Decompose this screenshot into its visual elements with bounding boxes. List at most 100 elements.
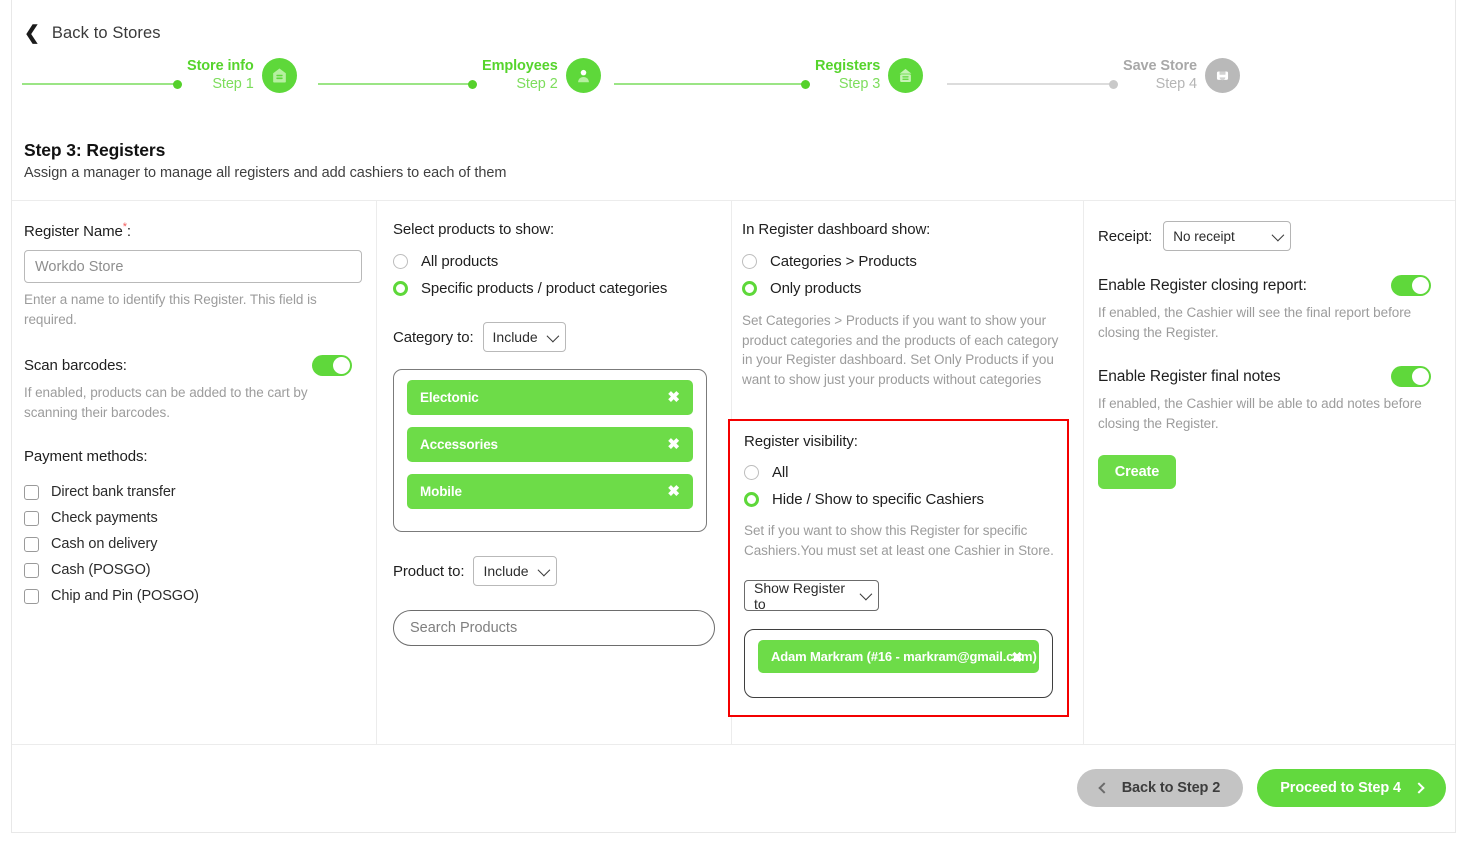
radio-label: Specific products / product categories bbox=[421, 280, 668, 297]
category-tag[interactable]: Mobile ✖ bbox=[407, 474, 693, 509]
select-products-label: Select products to show: bbox=[393, 221, 555, 238]
stepper-item-employees[interactable]: Employees Step 2 bbox=[482, 58, 601, 93]
back-to-step-2-label: Back to Step 2 bbox=[1121, 780, 1221, 796]
close-icon[interactable]: ✖ bbox=[667, 390, 680, 405]
radio-visibility-specific-cashiers[interactable]: Hide / Show to specific Cashiers bbox=[744, 486, 1053, 513]
radio-label: Categories > Products bbox=[770, 253, 917, 270]
close-icon[interactable]: ✖ bbox=[1011, 650, 1023, 664]
payment-method-option[interactable]: Check payments bbox=[24, 505, 352, 531]
show-register-to-value: Show Register to bbox=[754, 579, 846, 612]
payment-method-option[interactable]: Chip and Pin (POSGO) bbox=[24, 583, 352, 609]
payment-method-option[interactable]: Cash (POSGO) bbox=[24, 557, 352, 583]
register-visibility-helper: Set if you want to show this Register fo… bbox=[744, 523, 1054, 558]
stepper-item-step: Step 4 bbox=[1155, 75, 1197, 92]
search-products-input[interactable] bbox=[393, 610, 715, 646]
proceed-to-step-4-button[interactable]: Proceed to Step 4 bbox=[1257, 769, 1446, 807]
category-to-select[interactable]: Include bbox=[482, 322, 566, 352]
stepper-item-store-info[interactable]: Store info Step 1 bbox=[187, 58, 297, 93]
checkbox-icon[interactable] bbox=[24, 562, 39, 578]
column-product-selection: Select products to show: All products Sp… bbox=[376, 201, 731, 744]
show-register-to-select[interactable]: Show Register to bbox=[744, 579, 879, 612]
product-to-value: Include bbox=[483, 563, 529, 579]
product-to-select[interactable]: Include bbox=[473, 556, 557, 586]
chevron-left-icon bbox=[1098, 782, 1110, 794]
chevron-right-icon bbox=[1413, 782, 1425, 794]
radio-icon[interactable] bbox=[393, 254, 408, 269]
radio-icon[interactable] bbox=[744, 465, 759, 480]
step-dot-3 bbox=[801, 79, 810, 89]
stepper-item-step: Step 1 bbox=[212, 75, 254, 92]
radio-only-products[interactable]: Only products bbox=[742, 275, 1059, 302]
payment-method-label: Cash on delivery bbox=[51, 536, 158, 553]
checkbox-icon[interactable] bbox=[24, 588, 39, 604]
closing-report-toggle[interactable] bbox=[1391, 275, 1431, 296]
payment-method-option[interactable]: Cash on delivery bbox=[24, 531, 352, 557]
register-icon bbox=[888, 58, 924, 93]
scan-barcodes-label: Scan barcodes: bbox=[24, 357, 127, 375]
category-to-label: Category to: bbox=[393, 328, 474, 346]
chevron-down-icon bbox=[1271, 228, 1285, 241]
register-name-label: Register Name*: bbox=[24, 221, 352, 240]
radio-icon-selected[interactable] bbox=[742, 281, 757, 296]
checkbox-icon[interactable] bbox=[24, 536, 39, 552]
category-tag[interactable]: Electonic ✖ bbox=[407, 380, 693, 415]
wizard-footer: Back to Step 2 Proceed to Step 4 bbox=[1076, 769, 1446, 807]
radio-categories-products[interactable]: Categories > Products bbox=[742, 248, 1059, 275]
radio-all-products[interactable]: All products bbox=[393, 248, 707, 275]
payment-method-option[interactable]: Direct bank transfer bbox=[24, 479, 352, 505]
create-button[interactable]: Create bbox=[1098, 455, 1176, 490]
close-icon[interactable]: ✖ bbox=[667, 437, 680, 452]
back-to-stores-label: Back to Stores bbox=[51, 24, 161, 42]
column-receipt-options: Receipt: No receipt Enable Register clos… bbox=[1083, 201, 1455, 744]
radio-icon-selected[interactable] bbox=[393, 281, 408, 296]
page-subtitle-text: Assign a manager to manage all registers… bbox=[24, 165, 507, 181]
category-tag-label: Mobile bbox=[420, 484, 462, 499]
receipt-select[interactable]: No receipt bbox=[1163, 221, 1292, 251]
step-connector-4 bbox=[947, 83, 1113, 85]
category-tag[interactable]: Accessories ✖ bbox=[407, 427, 693, 462]
stepper-item-registers[interactable]: Registers Step 3 bbox=[815, 58, 924, 93]
radio-icon-selected[interactable] bbox=[744, 492, 759, 507]
user-icon bbox=[565, 58, 601, 93]
chevron-down-icon bbox=[546, 329, 559, 342]
cashier-tag[interactable]: Adam Markram (#16 - markram@gmail.com) ✖ bbox=[758, 640, 1039, 674]
closing-report-helper: If enabled, the Cashier will see the fin… bbox=[1098, 305, 1412, 340]
close-icon[interactable]: ✖ bbox=[667, 484, 680, 499]
select-products-radio-group: All products Specific products / product… bbox=[393, 248, 707, 302]
proceed-to-step-4-label: Proceed to Step 4 bbox=[1280, 780, 1401, 796]
stepper-item-save-store[interactable]: Save Store Step 4 bbox=[1123, 58, 1240, 93]
toggle-knob bbox=[1412, 368, 1429, 386]
payment-method-label: Check payments bbox=[51, 510, 158, 527]
final-notes-label: Enable Register final notes bbox=[1098, 367, 1281, 385]
category-to-value: Include bbox=[492, 329, 538, 345]
radio-specific-products[interactable]: Specific products / product categories bbox=[393, 275, 707, 302]
register-form-columns: Register Name*: Enter a name to identify… bbox=[12, 200, 1455, 745]
save-store-icon bbox=[1204, 58, 1240, 93]
scan-barcodes-toggle[interactable] bbox=[312, 355, 352, 377]
payment-method-label: Chip and Pin (POSGO) bbox=[51, 588, 199, 605]
checkbox-icon[interactable] bbox=[24, 510, 39, 526]
register-name-input[interactable] bbox=[24, 250, 362, 283]
scan-barcodes-helper: If enabled, products can be added to the… bbox=[24, 385, 308, 420]
final-notes-toggle[interactable] bbox=[1391, 366, 1431, 388]
page-title: Step 3: Registers Assign a manager to ma… bbox=[24, 140, 506, 181]
register-name-helper: Enter a name to identify this Register. … bbox=[24, 292, 317, 327]
stepper-item-name: Store info bbox=[187, 58, 254, 75]
stepper-item-name: Employees bbox=[482, 58, 558, 75]
category-tag-label: Accessories bbox=[420, 437, 498, 452]
checkbox-icon[interactable] bbox=[24, 484, 39, 500]
page-title-text: Step 3: Registers bbox=[24, 140, 166, 160]
closing-report-block: Enable Register closing report: If enabl… bbox=[1098, 275, 1431, 342]
payment-method-label: Cash (POSGO) bbox=[51, 562, 151, 579]
radio-visibility-all[interactable]: All bbox=[744, 459, 1053, 486]
radio-icon[interactable] bbox=[742, 254, 757, 269]
stepper-item-step: Step 2 bbox=[516, 75, 558, 92]
radio-label: All products bbox=[421, 253, 499, 270]
product-to-label: Product to: bbox=[393, 562, 465, 580]
chevron-down-icon bbox=[859, 587, 873, 601]
back-to-stores-link[interactable]: ❮ Back to Stores bbox=[24, 24, 161, 43]
receipt-value: No receipt bbox=[1173, 228, 1235, 244]
step-connector-1 bbox=[22, 83, 177, 85]
back-to-step-2-button[interactable]: Back to Step 2 bbox=[1076, 769, 1244, 807]
chevron-left-icon: ❮ bbox=[24, 23, 40, 44]
